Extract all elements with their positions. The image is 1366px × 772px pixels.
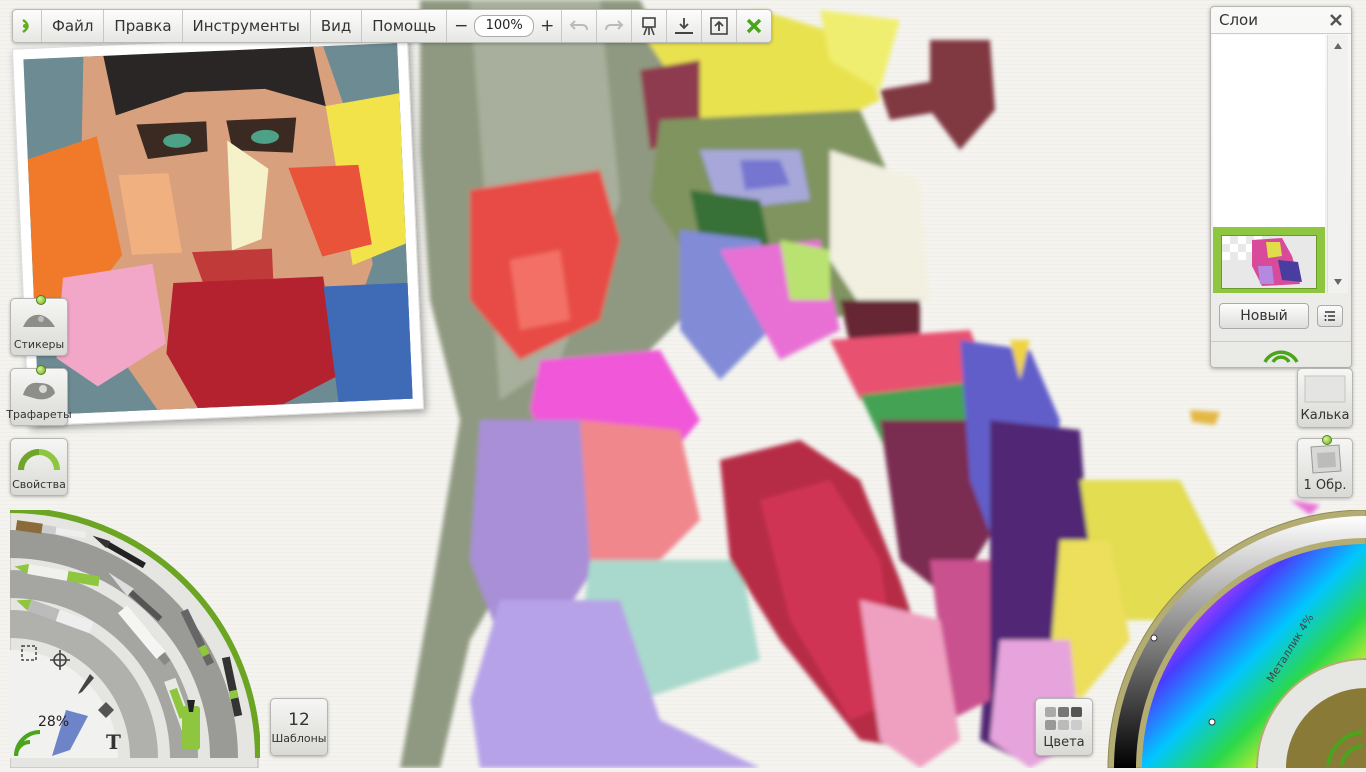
upload-icon [710,17,728,35]
transform-icon [50,650,70,670]
layers-title: Слои [1219,11,1258,29]
fill-tool[interactable] [94,700,118,722]
reference-portrait [23,43,413,415]
tools-collapse-handle[interactable] [10,722,44,758]
stencils-label: Трафареты [6,408,72,421]
tracing-button[interactable]: Калька [1297,368,1353,428]
tracing-label: Калька [1300,408,1350,423]
references-label: 1 Обр. [1303,478,1347,493]
undo-icon [569,20,589,31]
layers-panel: Слои Новый [1210,6,1352,368]
download-icon [675,18,694,34]
redo-icon [605,20,624,31]
properties-icon [17,439,61,478]
undo-button[interactable] [562,10,598,42]
gloop-pen-icon [182,700,200,750]
menu-tools[interactable]: Инструменты [183,10,311,42]
colors-button[interactable]: Цвета [1035,698,1093,756]
layers-scrollbar[interactable] [1327,35,1348,293]
selection-tool[interactable] [20,644,38,662]
close-icon[interactable] [1329,13,1343,27]
layers-list [1213,35,1325,293]
signal-arcs-icon [1263,350,1299,363]
close-icon [746,18,762,34]
selection-icon [21,645,37,661]
transform-tool[interactable] [48,648,72,672]
eyedropper-tool[interactable] [76,672,96,696]
pin-icon [1322,435,1332,445]
layers-panel-header: Слои [1211,7,1351,34]
zoom-control: − 100% + [447,10,563,42]
menu-edit[interactable]: Правка [104,10,183,42]
menu-file[interactable]: Файл [42,10,105,42]
gloop-pen-tool[interactable] [180,698,202,750]
text-icon: T [106,730,121,754]
app-logo-icon[interactable] [13,10,42,42]
menu-help[interactable]: Помощь [362,10,448,42]
templates-label: Шаблоны [271,731,327,745]
text-tool[interactable]: T [106,730,126,754]
zoom-in-button[interactable]: + [537,16,557,36]
stickers-button[interactable]: Стикеры [10,295,68,356]
shade-handle[interactable] [1150,634,1158,642]
import-button[interactable] [667,10,703,42]
layer-thumbnail [1221,235,1317,289]
templates-count: 12 [288,709,310,730]
pin-icon [36,295,46,305]
stickers-label: Стикеры [13,338,65,351]
signal-arcs-icon [14,730,41,757]
layer-item[interactable] [1213,227,1325,293]
menu-bar: Файл Правка Инструменты Вид Помощь − 100… [12,9,772,43]
eyedropper-icon [78,674,94,694]
layers-panel-handle[interactable] [1211,341,1351,368]
close-button[interactable] [737,10,771,42]
paint-bucket-icon [98,702,114,718]
reference-image[interactable] [11,31,425,427]
tools-wheel: T 28% [9,507,261,769]
color-picker[interactable]: Металлик 4% [1106,509,1366,769]
tracing-icon [1303,369,1347,408]
new-layer-button[interactable]: Новый [1219,303,1309,329]
redo-button[interactable] [597,10,633,42]
pin-icon [36,365,46,375]
colors-label: Цвета [1043,734,1085,750]
color-swatches-icon [1045,706,1082,730]
layer-menu-button[interactable] [1317,305,1343,327]
scroll-up-icon[interactable] [1334,43,1342,49]
scroll-down-icon[interactable] [1334,279,1342,285]
zoom-value[interactable]: 100% [474,15,535,37]
properties-button[interactable]: Свойства [10,438,68,496]
easel-icon [642,17,656,36]
easel-button[interactable] [632,10,668,42]
stencils-button[interactable]: Трафареты [6,365,72,426]
templates-button[interactable]: 12 Шаблоны [270,698,328,756]
properties-label: Свойства [12,478,66,491]
color-handle[interactable] [1208,718,1216,726]
menu-view[interactable]: Вид [311,10,363,42]
export-button[interactable] [702,10,738,42]
zoom-out-button[interactable]: − [451,16,471,36]
references-button[interactable]: 1 Обр. [1297,435,1353,498]
list-menu-icon [1324,311,1335,321]
